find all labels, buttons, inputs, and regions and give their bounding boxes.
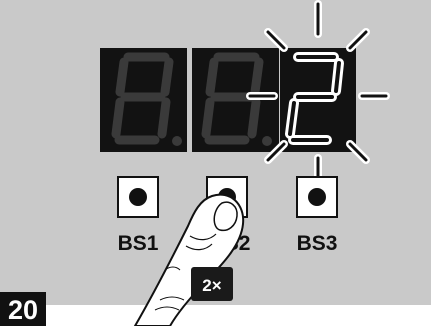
button-bs1-label: BS1 bbox=[118, 232, 159, 255]
button-bs3[interactable] bbox=[296, 176, 338, 218]
digit-2-decimal-point bbox=[262, 136, 272, 146]
button-bs1[interactable] bbox=[117, 176, 159, 218]
instruction-illustration: BS1 BS2 BS3 2× 20 bbox=[0, 0, 431, 326]
step-number: 20 bbox=[8, 295, 38, 325]
control-panel-drawing: BS1 BS2 BS3 2× 20 bbox=[0, 0, 431, 326]
press-count-badge-text: 2× bbox=[202, 276, 221, 295]
step-number-badge: 20 bbox=[0, 292, 46, 326]
press-count-badge: 2× bbox=[191, 267, 233, 301]
button-bs3-label: BS3 bbox=[297, 232, 338, 255]
seven-segment-display bbox=[100, 48, 356, 152]
digit-1-decimal-point bbox=[172, 136, 182, 146]
